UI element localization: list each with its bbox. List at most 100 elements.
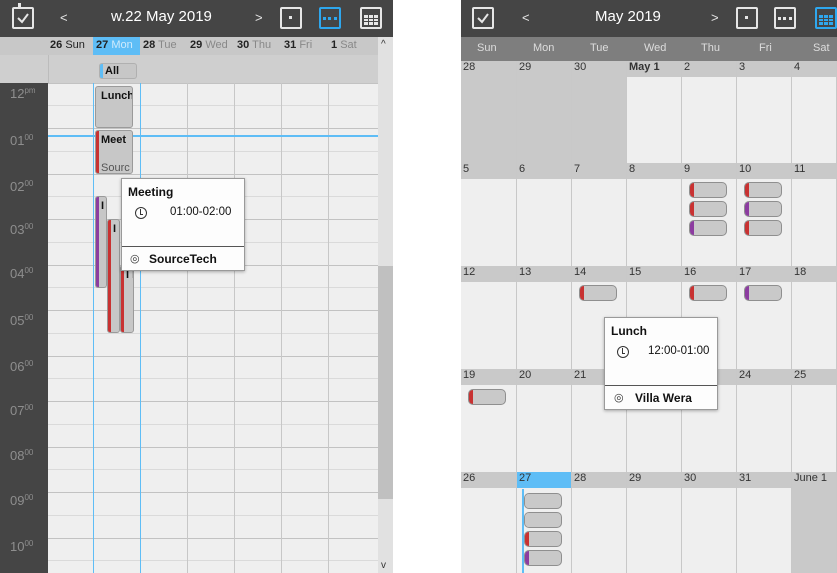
day-cell[interactable]: 6 [517,163,572,266]
day-header-tue[interactable]: 28 Tue [143,39,177,51]
day-cell[interactable]: 29 [517,61,572,163]
event-pill[interactable] [744,201,782,217]
day-header-fri[interactable]: 31 Fri [284,39,312,51]
time-label-08: 0800 [10,448,34,463]
next-month-button[interactable]: > [711,10,719,25]
event-pill[interactable] [689,220,727,236]
tooltip-time: 12:00-01:00 [648,345,710,357]
day-cell[interactable]: 4 [792,61,837,163]
week-title: w.22 May 2019 [111,8,212,25]
day-cell[interactable]: 30 [572,61,627,163]
event-pill[interactable] [689,182,727,198]
prev-month-button[interactable]: < [522,10,530,25]
event-pill[interactable] [744,182,782,198]
all-day-event[interactable]: All [99,63,137,79]
event-block-1[interactable]: I [95,196,107,288]
time-label-04: 0400 [10,266,34,281]
event-pill[interactable] [744,285,782,301]
lunch-tooltip: Lunch 12:00-01:00 ◎ Villa Wera [604,317,718,410]
day-cell[interactable]: 26 [461,472,517,573]
weekday-wed: Wed [644,42,667,54]
day-cell[interactable]: 8 [627,163,682,266]
weekday-mon: Mon [533,42,555,54]
week-view-icon[interactable] [774,7,796,29]
weekday-header: Sun Mon Tue Wed Thu Fri Sat [461,37,837,61]
week-scrollbar[interactable]: ^ v [378,37,393,573]
clock-icon [617,346,629,358]
day-view-icon[interactable] [736,7,758,29]
tooltip-title: Meeting [128,185,174,199]
event-block-2[interactable]: I , [107,219,120,333]
event-pill[interactable] [689,201,727,217]
month-view: < May 2019 > Sun Mon Tue Wed Thu Fri Sat… [461,0,837,573]
day-header-wed[interactable]: 29 Wed [190,39,228,51]
day-cell[interactable]: 25 [792,369,837,472]
scroll-thumb[interactable] [378,266,393,499]
event-pill[interactable] [524,531,562,547]
day-cell[interactable]: 12 [461,266,517,369]
event-block-3[interactable]: I I [120,265,134,333]
day-cell[interactable]: 2 [682,61,737,163]
day-header-sat[interactable]: 1 Sat [331,39,357,51]
location-pin-icon: ◎ [130,253,140,265]
week-grid[interactable]: Lunch Meet Sourc I I , I I [48,83,378,573]
day-cell[interactable]: 19 [461,369,517,472]
prev-week-button[interactable]: < [60,10,68,25]
time-label-03: 0300 [10,222,34,237]
day-cell[interactable]: 13 [517,266,572,369]
day-view-icon[interactable] [280,7,302,29]
day-cell[interactable]: June 1 [792,472,837,573]
day-cell[interactable]: 7 [572,163,627,266]
day-cell[interactable]: 29 [627,472,682,573]
scroll-up-icon[interactable]: ^ [381,39,386,50]
week-toolbar: < w.22 May 2019 > [0,0,393,37]
day-header-thu[interactable]: 30 Thu [237,39,271,51]
day-cell[interactable]: 31 [737,472,792,573]
all-day-row: All [0,55,393,83]
event-pill[interactable] [524,550,562,566]
day-cell[interactable]: 11 [792,163,837,266]
event-pill[interactable] [468,389,506,405]
event-pill[interactable] [744,220,782,236]
time-label-06: 0600 [10,359,34,374]
month-toolbar: < May 2019 > [461,0,837,37]
day-cell[interactable]: 20 [517,369,572,472]
event-pill[interactable] [524,493,562,509]
day-cell[interactable]: 17 [737,266,792,369]
day-cell[interactable]: 28 [572,472,627,573]
month-title: May 2019 [595,8,661,25]
day-cell[interactable]: 24 [737,369,792,472]
event-pill[interactable] [524,512,562,528]
month-view-icon[interactable] [815,7,837,29]
today-check-icon[interactable] [12,3,34,29]
time-label-09: 0900 [10,493,34,508]
event-lunch[interactable]: Lunch [95,86,133,128]
day-header-mon[interactable]: 27 Mon [96,39,133,51]
tooltip-title: Lunch [611,324,647,338]
scroll-down-icon[interactable]: v [381,560,386,571]
tooltip-location: Villa Wera [635,391,692,405]
day-cell[interactable]: 18 [792,266,837,369]
weekday-tue: Tue [590,42,609,54]
tooltip-location: SourceTech [149,252,217,266]
clock-icon [135,207,147,219]
day-cell[interactable]: May 1 [627,61,682,163]
event-pill[interactable] [689,285,727,301]
time-column: 12pm 0100 0200 0300 0400 0500 0600 0700 … [0,83,48,573]
day-cell[interactable]: 3 [737,61,792,163]
event-meeting[interactable]: Meet Sourc [95,130,133,174]
day-cell[interactable]: 28 [461,61,517,163]
month-view-icon[interactable] [360,7,382,29]
week-view-icon[interactable] [319,7,341,29]
time-label-01: 0100 [10,133,34,148]
day-cell[interactable]: 5 [461,163,517,266]
day-header: 26 Sun 27 Mon 28 Tue 29 Wed 30 Thu 31 Fr… [0,37,393,55]
location-pin-icon: ◎ [614,392,624,404]
day-header-sun[interactable]: 26 Sun [50,39,85,51]
next-week-button[interactable]: > [255,10,263,25]
time-label-12pm: 12pm [10,86,36,101]
weekday-thu: Thu [701,42,720,54]
today-check-icon[interactable] [472,7,494,29]
event-pill[interactable] [579,285,617,301]
day-cell[interactable]: 30 [682,472,737,573]
